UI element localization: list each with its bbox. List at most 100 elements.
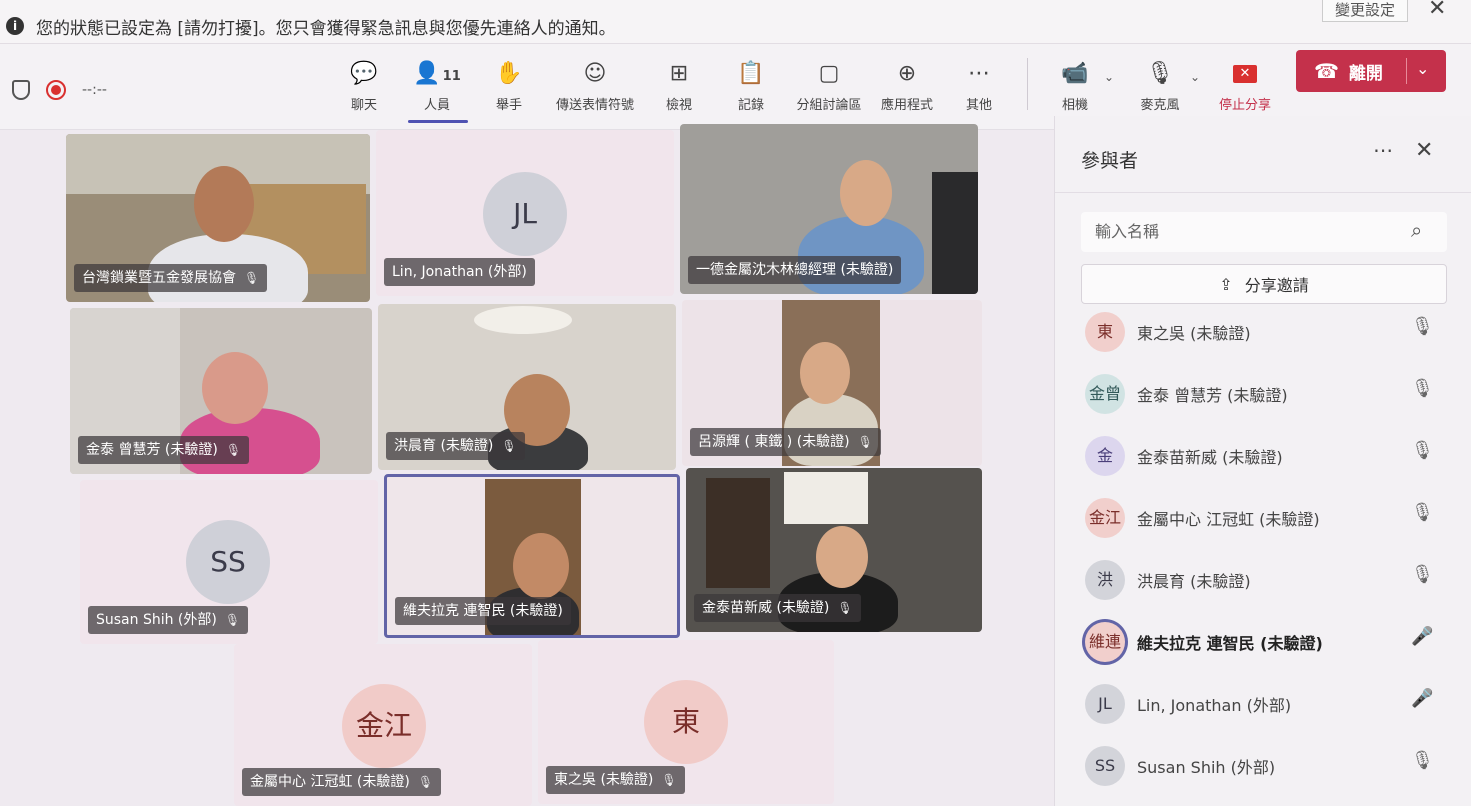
background-shelf (706, 478, 770, 588)
video-tile[interactable]: 一德金屬沈木林總經理 (未驗證) (680, 124, 978, 294)
avatar: SS (186, 520, 270, 604)
list-item[interactable]: 金江 金屬中心 江冠虹 (未驗證) 🎙 (1081, 496, 1461, 558)
participant-name: 金屬中心 江冠虹 (未驗證) (1137, 510, 1320, 529)
background-calligraphy (784, 472, 868, 524)
participant-name: 維夫拉克 連智民 (未驗證) (1137, 634, 1323, 653)
video-tile[interactable]: 東 東之吳 (未驗證) 🎙 (538, 640, 834, 804)
list-item[interactable]: 金 金泰苗新威 (未驗證) 🎙 (1081, 434, 1461, 496)
mic-off-icon: 🎙 (1411, 502, 1434, 523)
background-ceiling-light (474, 306, 572, 334)
change-settings-button[interactable]: 變更設定 (1322, 0, 1408, 22)
participant-name-chip: 維夫拉克 連智民 (未驗證) (395, 597, 571, 625)
notes-label: 記錄 (737, 98, 764, 113)
leave-label: 離開 (1348, 63, 1383, 84)
background-monitor (932, 172, 978, 294)
list-item[interactable]: JL Lin, Jonathan (外部) 🎤 (1081, 682, 1461, 744)
leave-button[interactable]: ☎ 離開 ⌄ (1296, 50, 1446, 92)
close-icon[interactable]: ✕ (1415, 138, 1433, 163)
more-button[interactable]: ⋯ 其他 (934, 60, 1024, 113)
mic-label: 麥克風 (1140, 98, 1180, 113)
participant-name: 洪晨育 (未驗證) (394, 438, 494, 454)
meeting-timer: --:-- (82, 82, 107, 98)
mic-on-icon: 🎤 (1411, 626, 1434, 647)
panel-divider (1055, 192, 1471, 193)
participant-name-chip: 東之吳 (未驗證) 🎙 (546, 766, 685, 794)
participant-name: 東之吳 (未驗證) (554, 772, 654, 788)
avatar: JL (1085, 684, 1125, 724)
avatar: SS (1085, 746, 1125, 786)
avatar: 維連 (1085, 622, 1125, 662)
participant-name-chip: 台灣鎖業暨五金發展協會 🎙 (74, 264, 268, 292)
rooms-icon: ▢ (818, 61, 840, 86)
shield-icon[interactable] (12, 80, 30, 100)
mic-off-icon: 🎙 (837, 601, 853, 615)
stop-share-button[interactable]: ✕ 停止分享 (1200, 60, 1290, 113)
reactions-button[interactable]: ☺ 傳送表情符號 (550, 60, 640, 113)
raise-hand-button[interactable]: ✋ 舉手 (464, 60, 554, 113)
video-tile-active-speaker[interactable]: 維夫拉克 連智民 (未驗證) (384, 474, 680, 638)
video-tile[interactable]: JL Lin, Jonathan (外部) (376, 130, 674, 296)
more-icon: ⋯ (968, 61, 990, 86)
participant-name: 金泰苗新威 (未驗證) (1137, 448, 1283, 467)
list-item[interactable]: 東 東之吳 (未驗證) 🎙 (1081, 310, 1461, 372)
more-icon[interactable]: ⋯ (1373, 138, 1393, 162)
participant-name: Susan Shih (外部) (96, 612, 217, 628)
participant-name: 洪晨育 (未驗證) (1137, 572, 1251, 591)
stop-share-label: 停止分享 (1218, 98, 1271, 113)
video-tile[interactable]: 洪晨育 (未驗證) 🎙 (378, 304, 676, 470)
participant-head (202, 352, 268, 424)
leave-divider (1406, 58, 1407, 84)
avatar: 金曾 (1085, 374, 1125, 414)
video-tile[interactable]: 呂源輝 ( 東鐵 ) (未驗證) 🎙 (682, 300, 982, 466)
smiley-icon: ☺ (583, 61, 607, 86)
list-item[interactable]: 金曾 金泰 曾慧芳 (未驗證) 🎙 (1081, 372, 1461, 434)
camera-label: 相機 (1061, 98, 1088, 113)
chevron-down-icon[interactable]: ⌄ (1416, 59, 1429, 78)
notification-bar: i 您的狀態已設定為 [請勿打擾]。您只會獲得緊急訊息與您優先連絡人的通知。 變… (0, 0, 1471, 44)
participant-name: 金泰 曾慧芳 (未驗證) (86, 442, 218, 458)
participant-name: 金屬中心 江冠虹 (未驗證) (250, 774, 410, 790)
mic-off-icon: 🎙 (225, 443, 242, 457)
notes-button[interactable]: 📋 記錄 (706, 60, 796, 113)
participant-name-chip: Lin, Jonathan (外部) (384, 258, 535, 286)
share-invite-button[interactable]: ⇪ 分享邀請 (1081, 264, 1447, 304)
info-icon: i (6, 17, 24, 35)
stop-share-icon: ✕ (1233, 65, 1257, 83)
search-icon[interactable]: ⌕ (1411, 218, 1422, 242)
panel-title: 參與者 (1081, 150, 1139, 172)
mic-off-icon: 🎙 (244, 271, 260, 285)
participant-name-chip: Susan Shih (外部) 🎙 (88, 606, 249, 634)
hand-icon: ✋ (495, 61, 523, 86)
participant-search: ⌕ (1081, 212, 1447, 252)
mic-off-icon: 🎙 (1411, 378, 1434, 399)
video-tile[interactable]: SS Susan Shih (外部) 🎙 (80, 480, 378, 644)
avatar: 金江 (342, 684, 426, 768)
video-tile[interactable]: 台灣鎖業暨五金發展協會 🎙 (66, 134, 370, 302)
participant-name: 金泰 曾慧芳 (未驗證) (1137, 386, 1288, 405)
avatar: JL (483, 172, 567, 256)
chevron-down-icon[interactable]: ⌄ (1190, 70, 1200, 84)
search-input[interactable] (1095, 222, 1395, 241)
participant-head (816, 526, 868, 588)
participant-head (840, 160, 892, 226)
notification-text: 您的狀態已設定為 [請勿打擾]。您只會獲得緊急訊息與您優先連絡人的通知。 (36, 19, 616, 39)
participant-name: 呂源輝 ( 東鐵 ) (未驗證) (698, 434, 850, 450)
list-item[interactable]: 洪 洪晨育 (未驗證) 🎙 (1081, 558, 1461, 620)
video-tile[interactable]: 金江 金屬中心 江冠虹 (未驗證) 🎙 (234, 644, 532, 806)
mic-button[interactable]: 🎙 麥克風 (1115, 60, 1205, 113)
list-item[interactable]: SS Susan Shih (外部) 🎙 (1081, 744, 1461, 806)
avatar: 洪 (1085, 560, 1125, 600)
video-tile[interactable]: 金泰苗新威 (未驗證) 🎙 (686, 468, 982, 632)
breakout-rooms-button[interactable]: ▢ 分組討論區 (784, 60, 874, 113)
video-tile[interactable]: 金泰 曾慧芳 (未驗證) 🎙 (70, 308, 372, 474)
notes-icon: 📋 (737, 61, 765, 86)
participant-name: 金泰苗新威 (未驗證) (702, 600, 830, 616)
camera-button[interactable]: 📹 相機 (1030, 60, 1120, 113)
rooms-label: 分組討論區 (796, 98, 862, 113)
active-tab-indicator (408, 120, 468, 123)
record-icon[interactable] (46, 80, 66, 100)
chevron-down-icon[interactable]: ⌄ (1104, 70, 1114, 84)
participant-name: Susan Shih (外部) (1137, 758, 1276, 777)
close-icon[interactable]: ✕ (1428, 0, 1446, 21)
list-item[interactable]: 維連 維夫拉克 連智民 (未驗證) 🎤 (1081, 620, 1461, 682)
